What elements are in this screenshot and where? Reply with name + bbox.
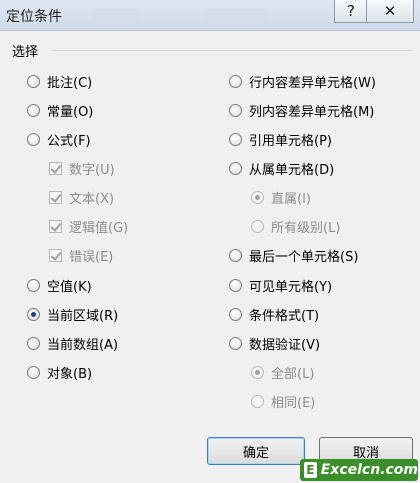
option-last-cell[interactable]: 最后一个单元格(S) bbox=[229, 246, 358, 265]
option-column-differences[interactable]: 列内容差异单元格(M) bbox=[229, 101, 374, 120]
option-blanks[interactable]: 空值(K) bbox=[27, 276, 92, 295]
radio-button[interactable] bbox=[251, 366, 264, 379]
option-label: 常量(O) bbox=[47, 105, 94, 120]
option-label: 空值(K) bbox=[47, 280, 92, 295]
option-label: 数字(U) bbox=[69, 163, 115, 178]
option-label: 对象(B) bbox=[47, 367, 93, 382]
close-button[interactable]: ✕ bbox=[366, 0, 414, 23]
excel-logo-icon: E bbox=[304, 462, 317, 478]
option-label: 相同(E) bbox=[271, 396, 316, 411]
radio-button[interactable] bbox=[229, 279, 242, 292]
option-label: 行内容差异单元格(W) bbox=[249, 76, 376, 91]
help-button[interactable]: ? bbox=[334, 0, 368, 23]
radio-button[interactable] bbox=[27, 279, 40, 292]
option-label: 全部(L) bbox=[271, 367, 315, 382]
option-validation-all[interactable]: 全部(L) bbox=[251, 363, 314, 382]
radio-button[interactable] bbox=[251, 191, 264, 204]
option-formulas[interactable]: 公式(F) bbox=[27, 130, 91, 149]
radio-button[interactable] bbox=[229, 249, 242, 262]
ok-button-label: 确定 bbox=[242, 445, 269, 461]
radio-button[interactable] bbox=[229, 133, 242, 146]
option-label: 列内容差异单元格(M) bbox=[249, 105, 375, 120]
option-row-differences[interactable]: 行内容差异单元格(W) bbox=[229, 72, 376, 91]
ok-button[interactable]: 确定 bbox=[207, 437, 305, 465]
option-label: 逻辑值(G) bbox=[69, 221, 129, 236]
radio-button[interactable] bbox=[251, 395, 264, 408]
option-label: 错误(E) bbox=[69, 250, 114, 265]
option-label: 文本(X) bbox=[69, 192, 115, 207]
group-label: 选择 bbox=[12, 45, 39, 60]
option-label: 公式(F) bbox=[47, 134, 91, 149]
close-icon: ✕ bbox=[383, 2, 397, 20]
option-label: 所有级别(L) bbox=[271, 221, 341, 236]
radio-button[interactable] bbox=[229, 308, 242, 321]
radio-button[interactable] bbox=[251, 220, 264, 233]
option-numbers[interactable]: 数字(U) bbox=[49, 159, 115, 178]
site-watermark: E Excelcn.com bbox=[300, 459, 418, 481]
option-label: 当前数组(A) bbox=[47, 338, 119, 353]
radio-button[interactable] bbox=[229, 75, 242, 88]
option-label: 数据验证(V) bbox=[249, 338, 321, 353]
group-divider bbox=[52, 50, 412, 51]
radio-button[interactable] bbox=[229, 337, 242, 350]
radio-button[interactable] bbox=[27, 133, 40, 146]
radio-button[interactable] bbox=[27, 337, 40, 350]
title-bar[interactable]: 定位条件 ? ✕ bbox=[0, 0, 420, 31]
option-dependents[interactable]: 从属单元格(D) bbox=[229, 159, 334, 178]
watermark-text: Excelcn.com bbox=[320, 462, 418, 478]
option-comments[interactable]: 批注(C) bbox=[27, 72, 92, 91]
option-label: 当前区域(R) bbox=[47, 309, 119, 324]
option-conditional-formats[interactable]: 条件格式(T) bbox=[229, 305, 319, 324]
radio-button[interactable] bbox=[27, 104, 40, 117]
dialog-title: 定位条件 bbox=[6, 9, 62, 25]
checkbox[interactable] bbox=[49, 191, 62, 204]
option-validation-same[interactable]: 相同(E) bbox=[251, 392, 315, 411]
radio-button[interactable] bbox=[229, 162, 242, 175]
background-ghost bbox=[92, 9, 138, 21]
radio-button[interactable] bbox=[27, 75, 40, 88]
checkbox[interactable] bbox=[49, 162, 62, 175]
option-visible-cells[interactable]: 可见单元格(Y) bbox=[229, 276, 332, 295]
option-label: 可见单元格(Y) bbox=[249, 280, 333, 295]
question-mark-icon: ? bbox=[347, 2, 355, 20]
option-errors[interactable]: 错误(E) bbox=[49, 246, 113, 265]
option-label: 直属(I) bbox=[271, 192, 311, 207]
option-label: 批注(C) bbox=[47, 76, 93, 91]
option-constants[interactable]: 常量(O) bbox=[27, 101, 93, 120]
checkbox[interactable] bbox=[49, 249, 62, 262]
option-current-array[interactable]: 当前数组(A) bbox=[27, 334, 118, 353]
option-text[interactable]: 文本(X) bbox=[49, 188, 114, 207]
option-objects[interactable]: 对象(B) bbox=[27, 363, 92, 382]
option-label: 条件格式(T) bbox=[249, 309, 320, 324]
radio-button[interactable] bbox=[27, 308, 40, 321]
option-all-levels[interactable]: 所有级别(L) bbox=[251, 217, 340, 236]
background-ghost bbox=[206, 9, 266, 21]
cancel-button-label: 取消 bbox=[352, 445, 379, 461]
option-logicals[interactable]: 逻辑值(G) bbox=[49, 217, 128, 236]
radio-button[interactable] bbox=[229, 104, 242, 117]
checkbox[interactable] bbox=[49, 220, 62, 233]
option-label: 引用单元格(P) bbox=[249, 134, 332, 149]
option-precedents[interactable]: 引用单元格(P) bbox=[229, 130, 332, 149]
option-current-region[interactable]: 当前区域(R) bbox=[27, 305, 118, 324]
option-direct-only[interactable]: 直属(I) bbox=[251, 188, 311, 207]
option-label: 从属单元格(D) bbox=[249, 163, 335, 178]
option-label: 最后一个单元格(S) bbox=[249, 250, 359, 265]
option-data-validation[interactable]: 数据验证(V) bbox=[229, 334, 320, 353]
radio-button[interactable] bbox=[27, 366, 40, 379]
